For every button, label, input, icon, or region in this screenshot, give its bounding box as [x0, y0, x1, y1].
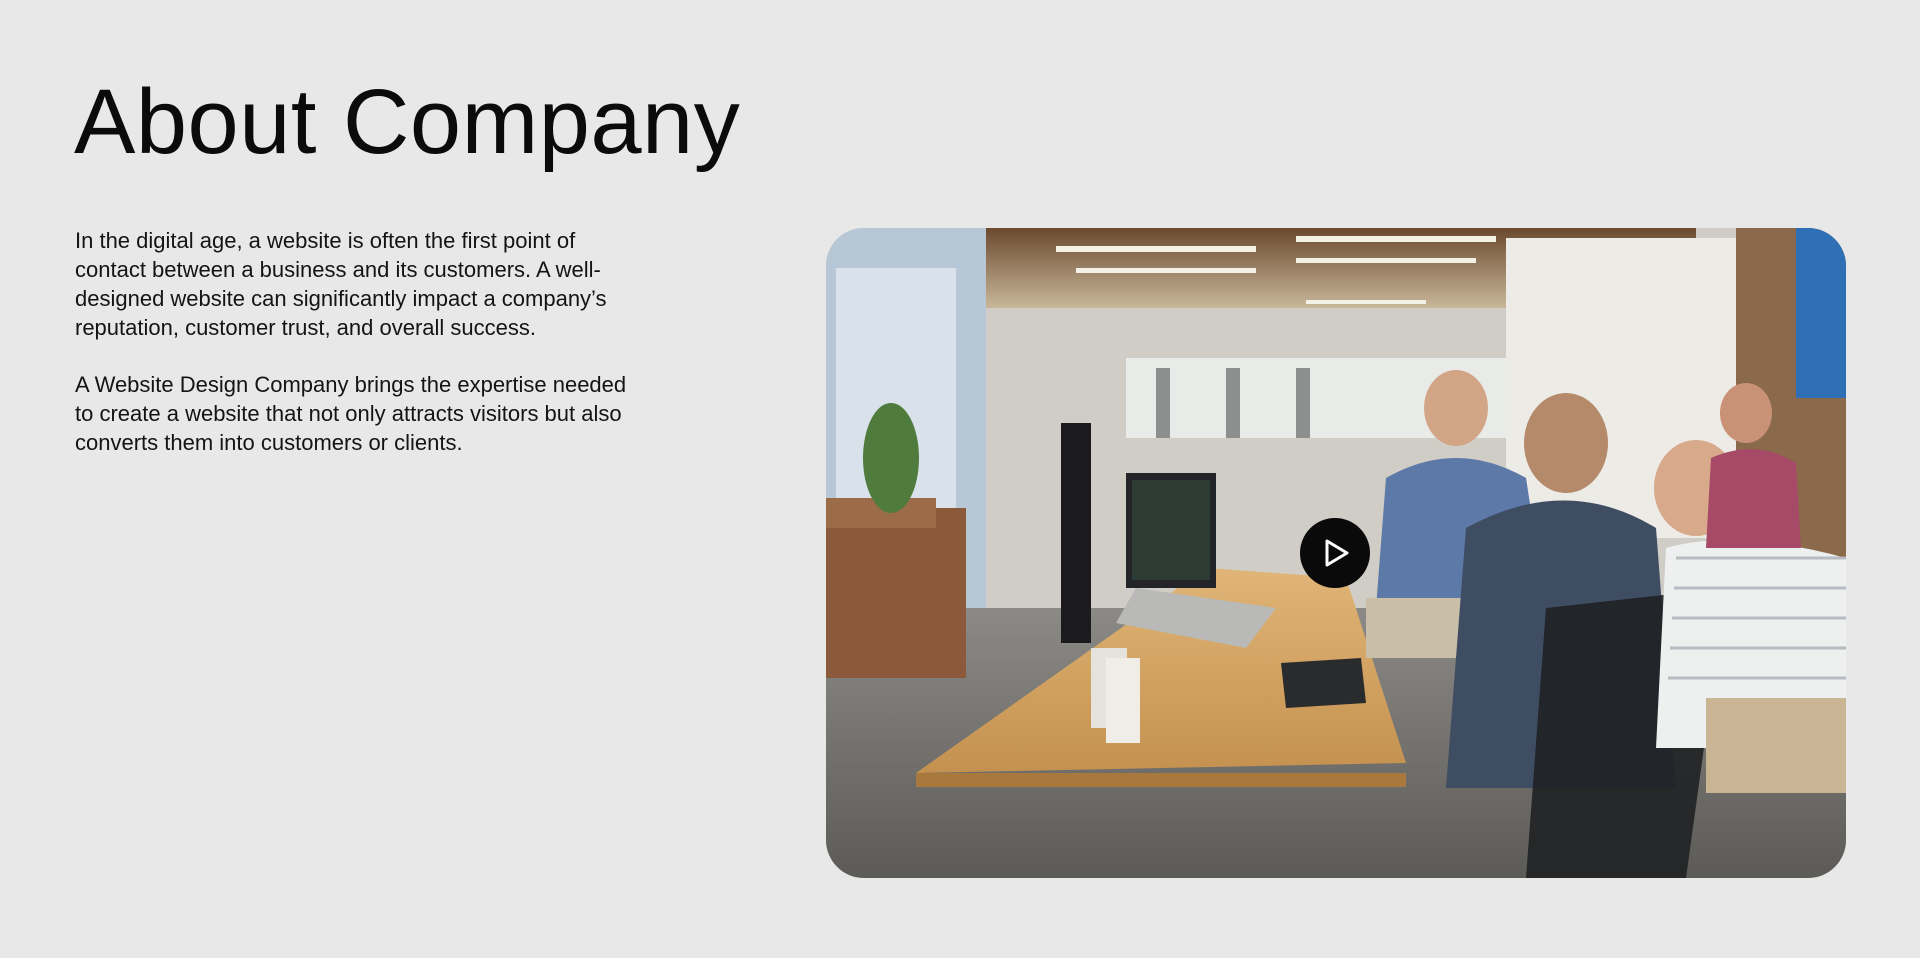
page-title: About Company — [74, 71, 741, 173]
about-paragraph-1: In the digital age, a website is often t… — [75, 228, 607, 340]
play-icon — [1325, 539, 1349, 567]
about-company-section: About Company In the digital age, a webs… — [0, 0, 1920, 958]
about-paragraph-2: A Website Design Company brings the expe… — [75, 372, 627, 455]
about-text: In the digital age, a website is often t… — [75, 226, 645, 485]
play-video-button[interactable] — [1300, 518, 1370, 588]
